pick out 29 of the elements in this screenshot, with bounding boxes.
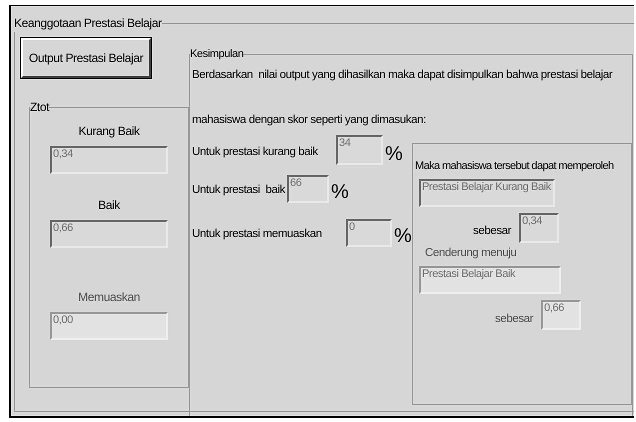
description-text: mahasiswa dengan skor seperti yang dimasukan: <box>192 112 427 128</box>
percent-label: % <box>394 225 412 247</box>
field-label: Untuk prestasi memuaskan <box>192 226 323 242</box>
amount-label: sebesar <box>473 224 512 240</box>
percent-label: % <box>331 181 348 203</box>
input-field[interactable]: 0,34 <box>519 212 560 242</box>
field-label: Untuk prestasi baik <box>192 182 286 198</box>
input-field[interactable]: 0,34 <box>50 146 168 174</box>
input-field[interactable]: Prestasi Belajar Baik <box>419 266 561 294</box>
field-label: Untuk prestasi kurang baik <box>192 144 319 160</box>
input-field[interactable]: 34 <box>336 135 383 165</box>
output-button[interactable]: Output Prestasi Belajar <box>21 38 151 78</box>
group-title: Kesimpulan <box>190 47 244 62</box>
group-title: Keanggotaan Prestasi Belajar <box>14 15 162 32</box>
percent-label: % <box>385 143 402 165</box>
input-field[interactable]: 0 <box>346 219 392 247</box>
field-label: Baik <box>97 197 122 214</box>
result-heading: Maka mahasiswa tersebut dapat memperoleh <box>415 159 615 174</box>
input-field[interactable]: 0,66 <box>541 300 582 330</box>
field-label: Kurang Baik <box>78 123 141 140</box>
field-label: Memuaskan <box>77 289 141 306</box>
amount-label: sebesar <box>495 312 534 326</box>
group-title: Ztot <box>30 99 50 116</box>
input-field[interactable]: 0,00 <box>50 312 168 340</box>
input-field[interactable]: Prestasi Belajar Kurang Baik <box>419 178 555 206</box>
description-text: Berdasarkan nilai output yang dihasilkan maka dapat disimpulkan bahwa prestasi belajar <box>192 68 614 82</box>
input-field[interactable]: 0,66 <box>50 220 168 248</box>
input-field[interactable]: 66 <box>287 175 329 203</box>
tendency-heading: Cenderung menuju <box>425 246 518 260</box>
